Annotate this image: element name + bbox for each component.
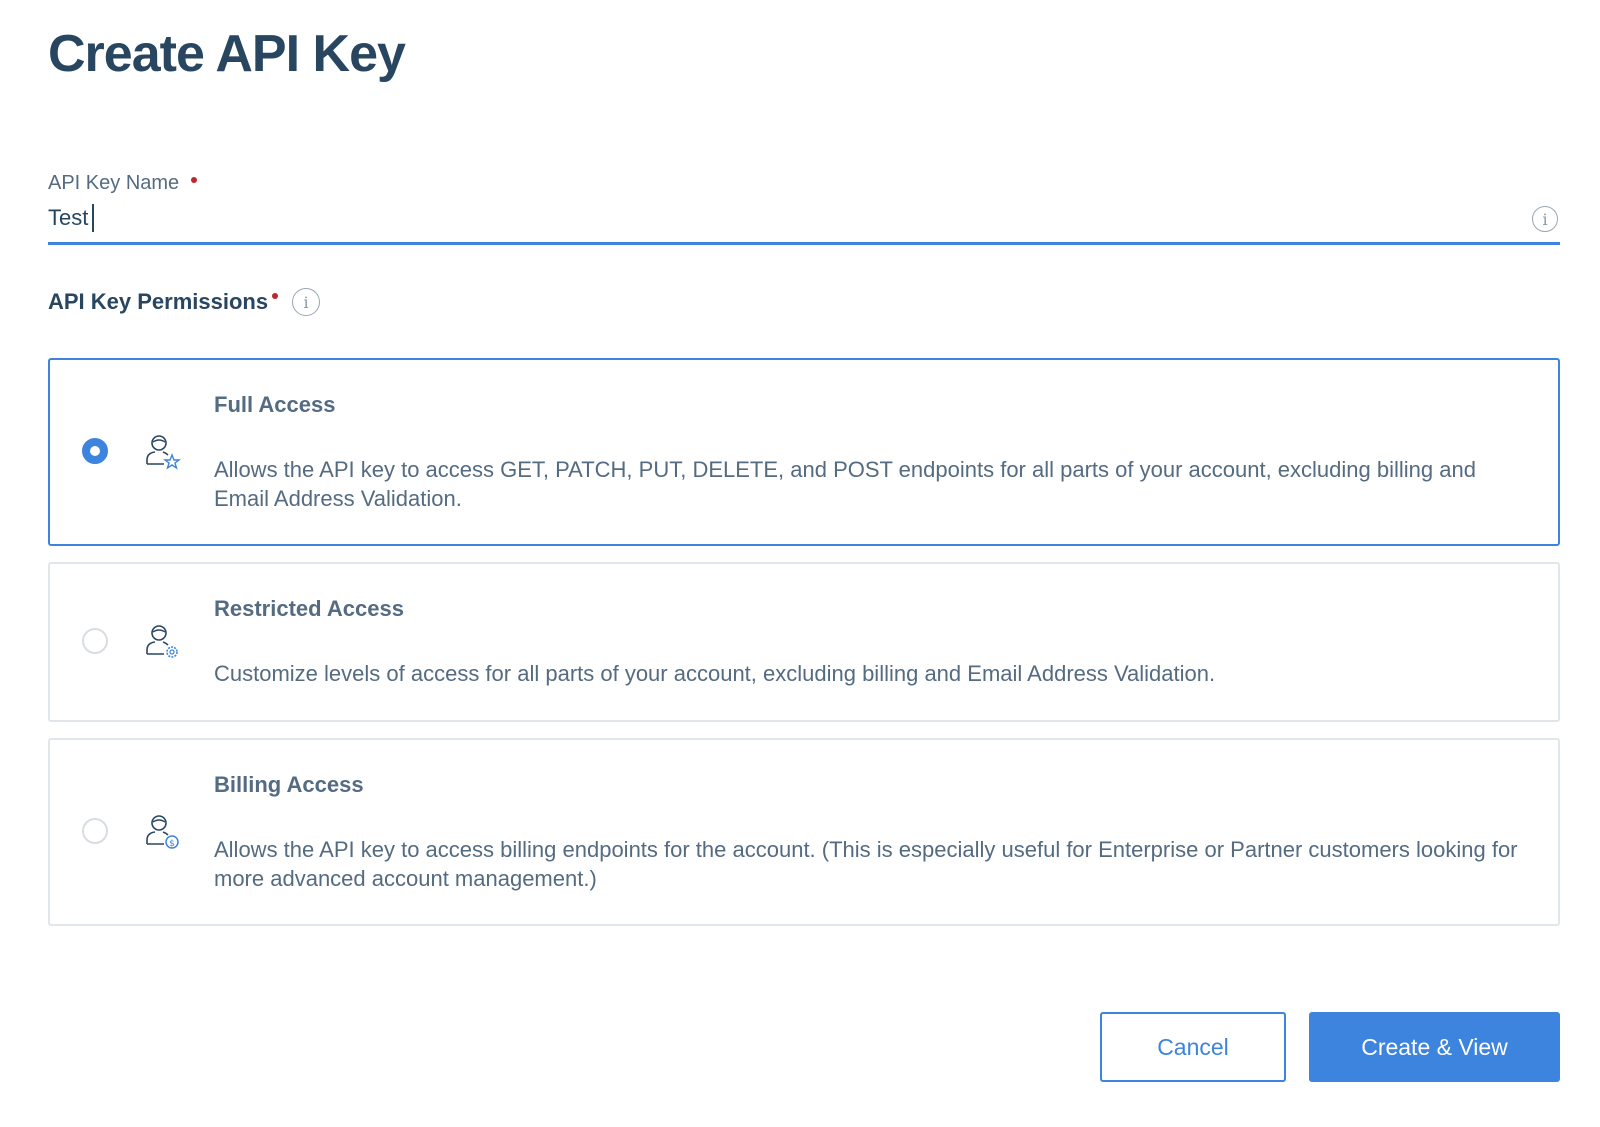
- info-icon[interactable]: i: [292, 288, 321, 316]
- radio-restricted-access[interactable]: [82, 628, 108, 654]
- api-key-permissions-label: API Key Permissions: [48, 289, 269, 314]
- api-key-name-input-wrapper: i: [48, 198, 1560, 245]
- api-key-permissions-heading: API Key Permissions i: [48, 288, 321, 316]
- user-dollar-icon: $: [146, 815, 179, 849]
- option-description: Customize levels of access for all parts…: [214, 661, 1216, 686]
- info-icon[interactable]: i: [1532, 206, 1558, 232]
- api-key-name-label-text: API Key Name: [48, 171, 180, 194]
- permission-option-billing-access[interactable]: $ Billing Access Allows the API key to a…: [48, 738, 1560, 926]
- api-key-name-input[interactable]: [48, 198, 1448, 238]
- option-description: Allows the API key to access billing end…: [214, 837, 1518, 891]
- option-title: Restricted Access: [214, 596, 404, 621]
- option-title: Full Access: [214, 392, 336, 417]
- text-caret: [92, 204, 94, 232]
- option-description: Allows the API key to access GET, PATCH,…: [214, 457, 1476, 511]
- svg-text:$: $: [169, 839, 175, 849]
- page-title: Create API Key: [48, 25, 406, 83]
- required-indicator: [272, 293, 279, 299]
- api-key-name-field: API Key Name i: [48, 168, 1560, 245]
- permission-option-restricted-access[interactable]: Restricted Access Customize levels of ac…: [48, 562, 1560, 722]
- permission-option-full-access[interactable]: Full Access Allows the API key to access…: [48, 358, 1560, 546]
- api-key-name-label: API Key Name: [48, 168, 1560, 198]
- create-and-view-button[interactable]: Create & View: [1309, 1012, 1560, 1082]
- cancel-button[interactable]: Cancel: [1100, 1012, 1286, 1082]
- user-star-icon: [146, 435, 182, 470]
- required-indicator: [191, 177, 198, 183]
- user-gear-icon: [146, 625, 178, 658]
- radio-full-access[interactable]: [82, 438, 108, 464]
- option-title: Billing Access: [214, 772, 364, 797]
- radio-billing-access[interactable]: [82, 818, 108, 844]
